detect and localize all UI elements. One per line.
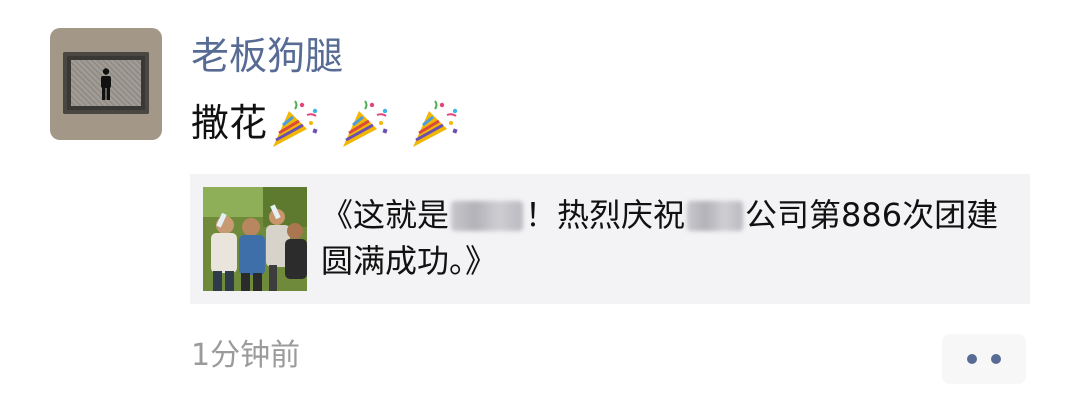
link-thumbnail [203, 187, 307, 291]
party-popper-emoji [343, 100, 388, 147]
redacted-text [687, 201, 744, 231]
more-actions-button[interactable] [942, 334, 1026, 384]
party-popper-emoji [273, 100, 318, 147]
shared-link-card[interactable]: 《这就是 ！热烈庆祝 公司第886次团建圆满成功。》 [190, 174, 1030, 304]
avatar[interactable] [50, 28, 162, 140]
message-text: 撒花 [191, 101, 268, 145]
link-title: 《这就是 ！热烈庆祝 公司第886次团建圆满成功。》 [321, 192, 1001, 284]
username[interactable]: 老板狗腿 [191, 32, 343, 80]
party-popper-emoji [413, 100, 458, 147]
message-content: 撒花 [191, 96, 461, 150]
dot-icon [991, 354, 1001, 364]
dot-icon [967, 354, 977, 364]
link-title-part1: 《这就是 [321, 196, 450, 234]
link-title-part2: ！热烈庆祝 [525, 196, 686, 234]
avatar-restroom-sign [63, 52, 149, 114]
redacted-text [451, 201, 524, 231]
person-icon [101, 68, 111, 100]
post-timestamp: 1分钟前 [191, 338, 301, 373]
